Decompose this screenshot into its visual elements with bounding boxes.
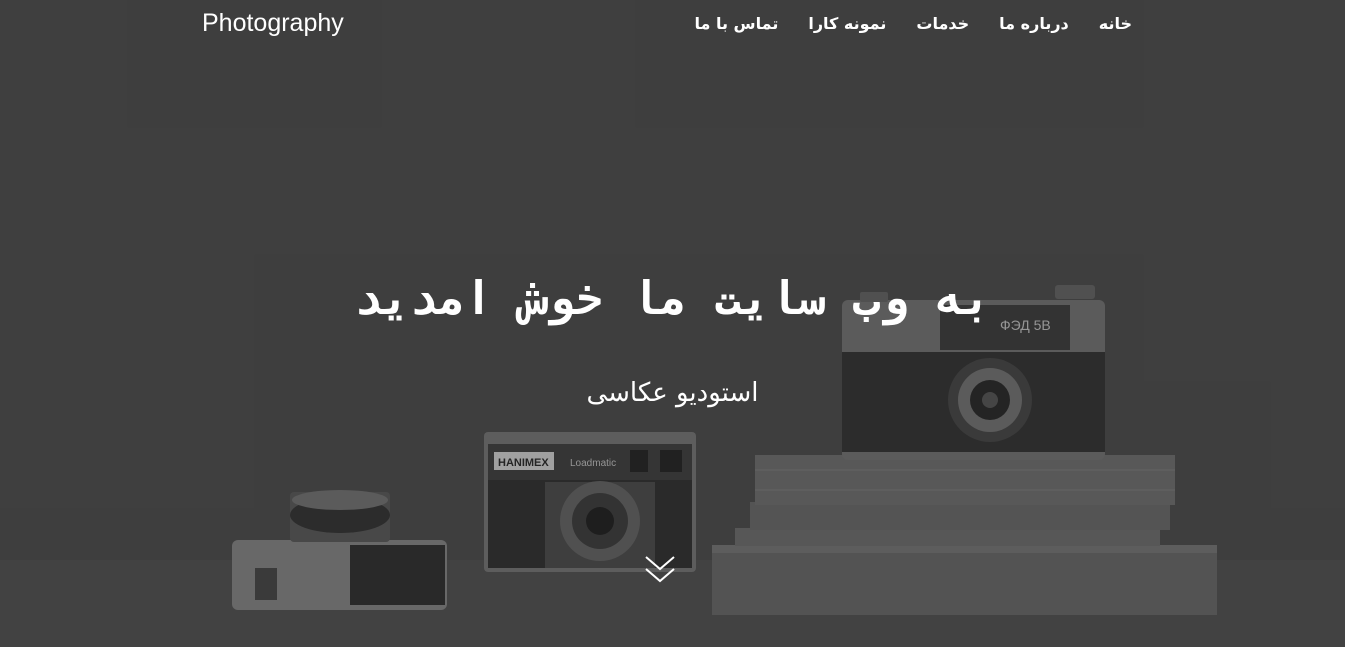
chevron-double-down-icon[interactable] [643, 552, 677, 586]
brand-logo[interactable]: Photography [202, 8, 344, 38]
nav-link-about[interactable]: درباره ما [999, 14, 1069, 33]
nav-link-contact[interactable]: تماس با ما [694, 14, 778, 33]
nav-link-services[interactable]: خدمات [916, 14, 969, 33]
hero-subheadline: استودیو عکاسی [586, 378, 759, 408]
nav-item-about: درباره ما [999, 14, 1069, 33]
nav-item-home: خانه [1099, 14, 1132, 33]
navbar: Photography خانه درباره ما خدمات نمونه ک… [0, 0, 1345, 52]
nav-item-contact: تماس با ما [694, 14, 778, 33]
nav-link-portfolio[interactable]: نمونه کارا [808, 14, 886, 33]
hero-headline: به وب سایت ما خوش امدید [354, 271, 991, 325]
nav-item-services: خدمات [916, 14, 969, 33]
nav-item-portfolio: نمونه کارا [808, 14, 886, 33]
nav-link-home[interactable]: خانه [1099, 14, 1132, 33]
nav-menu: خانه درباره ما خدمات نمونه کارا تماس با … [694, 14, 1132, 33]
hero-section: ФЭД 5В HANIMEX Loadmatic Photography خان… [0, 0, 1345, 647]
